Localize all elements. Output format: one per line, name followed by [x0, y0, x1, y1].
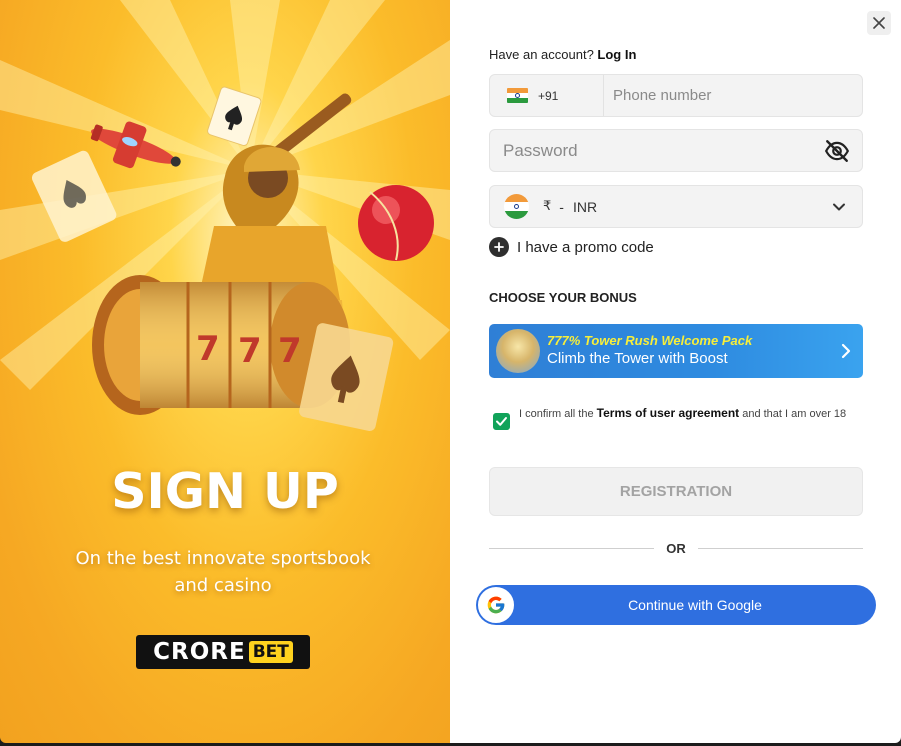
checkmark-icon	[496, 417, 507, 426]
promo-code-toggle[interactable]: I have a promo code	[489, 237, 654, 257]
bonus-section-title: CHOOSE YOUR BONUS	[489, 290, 637, 305]
india-flag-icon	[507, 88, 528, 103]
currency-separator: -	[559, 198, 564, 215]
registration-button[interactable]: REGISTRATION	[489, 467, 863, 516]
password-field	[489, 129, 863, 172]
airplane-icon	[90, 121, 181, 169]
terms-agreement: I confirm all the Terms of user agreemen…	[493, 405, 853, 430]
or-divider: OR	[489, 541, 863, 557]
promo-panel: 7 7 7 SIGN UP On the best innovate sport…	[0, 0, 450, 743]
currency-symbol: ₹	[543, 199, 552, 214]
bonus-subtitle: Climb the Tower with Boost	[547, 350, 728, 367]
country-code: +91	[538, 88, 559, 103]
svg-text:7: 7	[196, 329, 220, 369]
currency-code: INR	[572, 198, 598, 215]
registration-form: Have an account? Log In +91 Phone number…	[450, 0, 901, 743]
terms-link[interactable]: Terms of user agreement	[597, 406, 740, 420]
login-link[interactable]: Log In	[597, 47, 636, 62]
continue-with-google-button[interactable]: Continue with Google	[476, 585, 876, 625]
india-flag-icon	[504, 194, 529, 219]
signup-subheading: On the best innovate sportsbook and casi…	[75, 548, 371, 596]
phone-field: +91	[489, 74, 863, 117]
playing-card-spade-icon	[207, 86, 262, 146]
promo-illustration: 7 7 7	[31, 86, 434, 432]
bonus-title: 777% Tower Rush Welcome Pack	[547, 333, 753, 348]
logo-text-crore: CRORE	[153, 639, 246, 665]
country-code-selector[interactable]: +91	[490, 75, 604, 116]
svg-text:7: 7	[278, 331, 302, 371]
terms-prefix: I confirm all the	[519, 408, 594, 420]
login-prompt: Have an account? Log In	[489, 47, 636, 62]
plus-icon	[489, 237, 509, 257]
close-icon	[873, 17, 885, 29]
svg-text:7: 7	[238, 331, 262, 371]
eye-slash-icon[interactable]	[824, 138, 850, 164]
password-input[interactable]	[490, 130, 824, 171]
terms-suffix: and that I am over 18	[742, 408, 847, 420]
logo-text-bet: BET	[248, 641, 293, 663]
google-icon	[477, 586, 515, 624]
signup-modal: 7 7 7 SIGN UP On the best innovate sport…	[0, 0, 901, 743]
google-button-label: Continue with Google	[628, 597, 762, 613]
tower-rush-thumbnail	[496, 329, 540, 373]
crorebet-logo: CRORE BET	[136, 635, 310, 669]
terms-checkbox[interactable]	[493, 413, 510, 430]
promo-code-label: I have a promo code	[517, 238, 654, 256]
signup-heading: SIGN UP	[111, 463, 339, 520]
chevron-right-icon	[841, 343, 851, 359]
close-button[interactable]	[867, 11, 891, 35]
phone-input[interactable]	[604, 75, 862, 116]
cricket-ball-icon	[358, 185, 434, 261]
currency-select[interactable]: ₹ - INR	[489, 185, 863, 228]
bonus-option-card[interactable]: 777% Tower Rush Welcome Pack Climb the T…	[489, 324, 863, 378]
divider-line-right	[698, 548, 863, 549]
chevron-down-icon	[833, 203, 845, 211]
playing-card-blur-icon	[31, 150, 117, 242]
have-account-text: Have an account?	[489, 47, 594, 62]
terms-text: I confirm all the Terms of user agreemen…	[519, 405, 846, 430]
